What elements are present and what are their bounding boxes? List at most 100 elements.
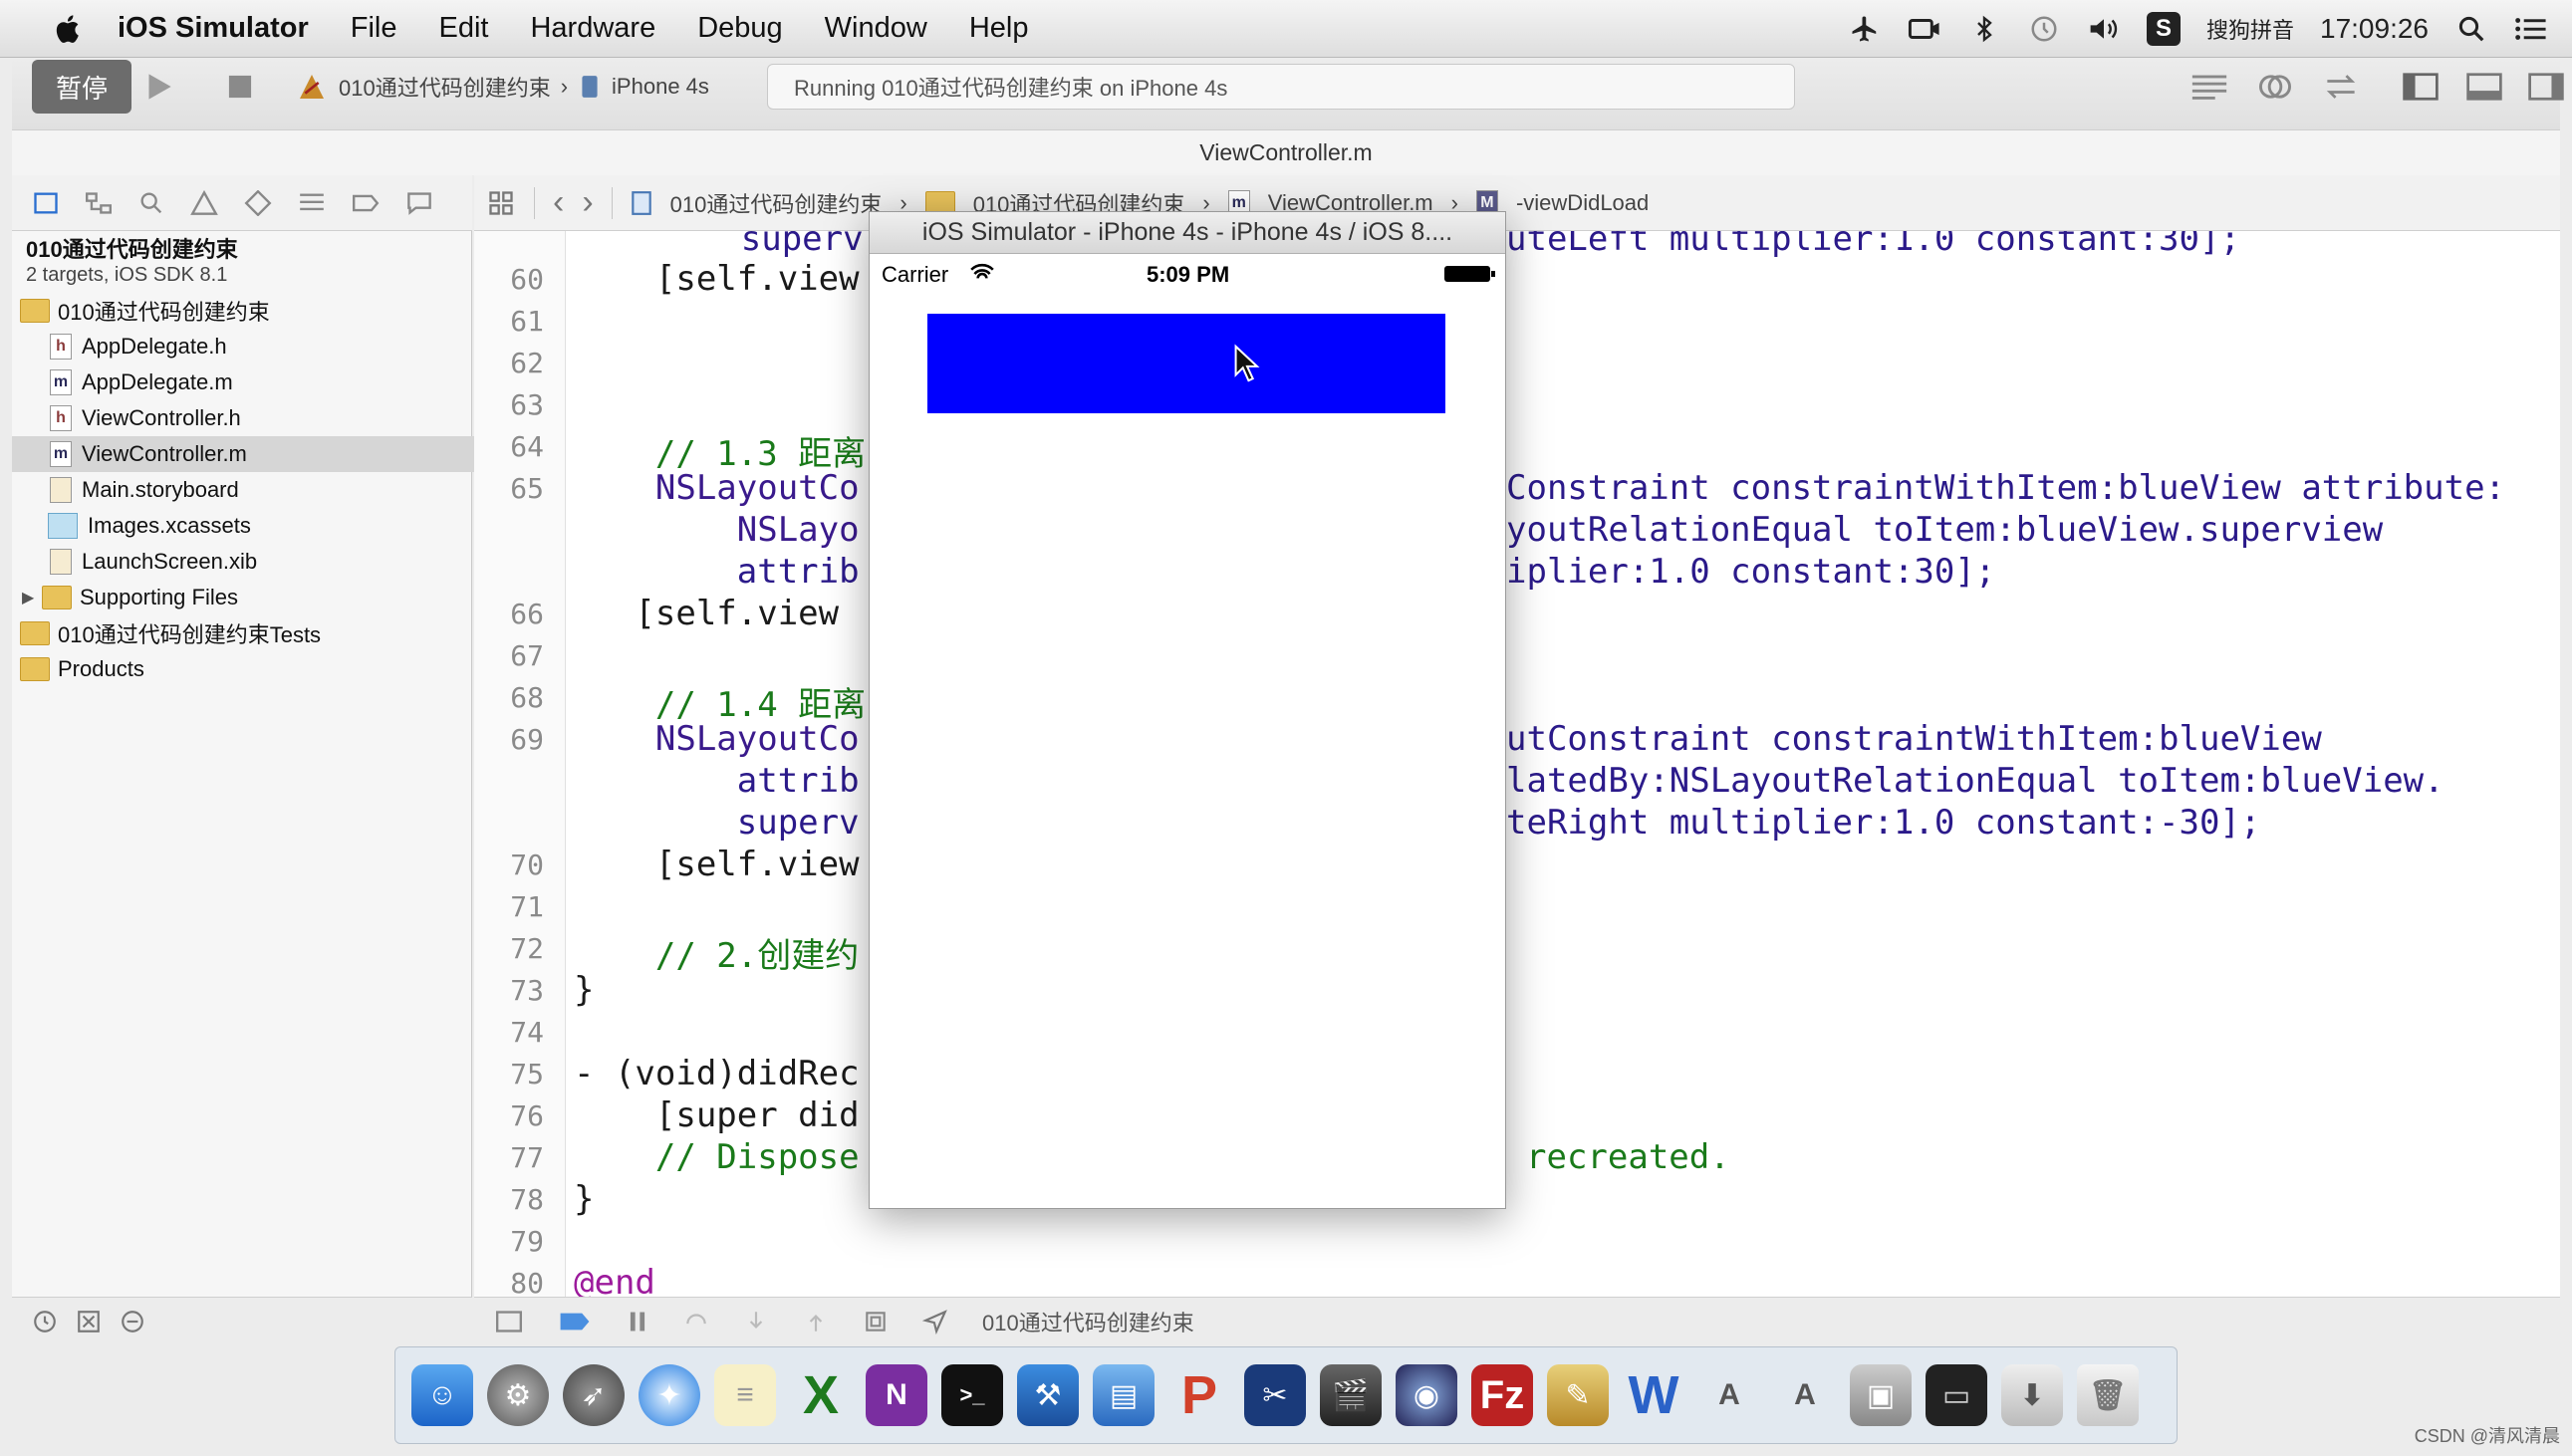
toggle-utilities-icon[interactable]	[2524, 68, 2568, 106]
time-machine-icon[interactable]	[2027, 12, 2061, 46]
volume-icon[interactable]	[2087, 12, 2121, 46]
menu-app-name[interactable]: iOS Simulator	[118, 12, 309, 45]
spotlight-search-icon[interactable]	[2454, 12, 2488, 46]
menu-file[interactable]: File	[351, 12, 397, 45]
simulate-location-icon[interactable]	[922, 1309, 948, 1335]
forward-chevron-icon[interactable]: ›	[582, 183, 593, 222]
menu-help[interactable]: Help	[969, 12, 1029, 45]
source-editor[interactable]: 60 61 62 63 64 65 66 67 68 69 70 71 72 7…	[474, 231, 2560, 1297]
list-item[interactable]: Products	[12, 651, 480, 687]
source-control-filter-icon[interactable]	[76, 1309, 102, 1335]
list-item[interactable]: Images.xcassets	[12, 508, 508, 544]
issue-navigator-icon[interactable]	[189, 189, 219, 216]
disclosure-triangle-icon[interactable]: ▶	[22, 588, 42, 607]
pause-button[interactable]: 暂停	[32, 60, 131, 114]
ios-simulator-window[interactable]: iOS Simulator - iPhone 4s - iPhone 4s / …	[869, 211, 1506, 1209]
list-item[interactable]: 010通过代码创建约束Tests	[12, 615, 480, 651]
pencil-app-icon[interactable]: ✎	[1547, 1364, 1609, 1426]
menu-debug[interactable]: Debug	[697, 12, 782, 45]
launchpad-icon[interactable]: ➶	[563, 1364, 625, 1426]
apple-menu-icon[interactable]	[52, 12, 86, 46]
menu-hardware[interactable]: Hardware	[530, 12, 655, 45]
filezilla-icon[interactable]: Fz	[1471, 1364, 1533, 1426]
list-item[interactable]: h AppDelegate.h	[12, 329, 510, 364]
pause-execution-icon[interactable]	[626, 1309, 649, 1335]
version-editor-icon[interactable]	[2319, 68, 2363, 106]
project-name[interactable]: 010通过代码创建约束	[12, 233, 486, 263]
notes-icon[interactable]: ≡	[714, 1364, 776, 1426]
step-out-icon[interactable]	[803, 1309, 829, 1335]
menubar-clock[interactable]: 17:09:26	[2320, 13, 2429, 45]
simulator-title[interactable]: iOS Simulator - iPhone 4s - iPhone 4s / …	[870, 212, 1505, 254]
toggle-debug-area-icon[interactable]	[2462, 68, 2506, 106]
ime-label[interactable]: 搜狗拼音	[2206, 13, 2294, 45]
excel-icon[interactable]: X	[790, 1364, 852, 1426]
breakpoints-toggle-icon[interactable]	[558, 1310, 592, 1334]
debug-target-label[interactable]: 010通过代码创建约束	[982, 1306, 1194, 1337]
display-app-icon[interactable]: ▭	[1926, 1364, 1987, 1426]
step-over-icon[interactable]	[683, 1309, 709, 1335]
powerpoint-icon[interactable]: P	[1168, 1364, 1230, 1426]
recent-files-icon[interactable]	[32, 1309, 58, 1335]
system-preferences-icon[interactable]: ⚙	[487, 1364, 549, 1426]
sogou-ime-icon[interactable]: S	[2146, 12, 2181, 46]
font-app-icon[interactable]: A	[1774, 1364, 1836, 1426]
menu-edit[interactable]: Edit	[439, 12, 489, 45]
jump-bar: ‹ › 010通过代码创建约束 › 010通过代码创建约束 › m ViewCo…	[474, 175, 2560, 231]
network-app-icon[interactable]: ◉	[1396, 1364, 1457, 1426]
breadcrumb-project[interactable]: 010通过代码创建约束	[670, 187, 883, 219]
list-item[interactable]: h ViewController.h	[12, 400, 510, 436]
airplane-icon[interactable]	[1848, 12, 1882, 46]
list-item[interactable]: 010通过代码创建约束	[12, 293, 480, 329]
stop-icon[interactable]	[221, 68, 259, 106]
run-icon[interactable]	[139, 68, 177, 106]
folder-icon	[42, 586, 72, 609]
onenote-icon[interactable]: N	[866, 1364, 927, 1426]
camera-icon[interactable]	[1908, 12, 1941, 46]
step-into-icon[interactable]	[743, 1309, 769, 1335]
line-number: 77	[510, 1141, 544, 1174]
breadcrumb-method[interactable]: -viewDidLoad	[1516, 190, 1649, 216]
list-item[interactable]: ▶ Supporting Files	[12, 580, 482, 615]
word-icon[interactable]: W	[1623, 1364, 1684, 1426]
blue-view[interactable]	[927, 314, 1445, 413]
standard-editor-icon[interactable]	[2187, 68, 2231, 106]
terminal-icon[interactable]: >_	[941, 1364, 1003, 1426]
menu-window[interactable]: Window	[825, 12, 927, 45]
wifi-icon	[970, 263, 994, 279]
debug-navigator-icon[interactable]	[297, 190, 327, 216]
dock: ☺ ⚙ ➶ ✦ ≡ X N >_ ⚒ ▤ P ✂ 🎬 ◉ Fz ✎ W A A …	[394, 1346, 2178, 1444]
report-navigator-icon[interactable]	[404, 190, 434, 216]
preview-icon[interactable]: ▣	[1850, 1364, 1912, 1426]
font-book-icon[interactable]: A	[1698, 1364, 1760, 1426]
screenshot-tool-icon[interactable]: ✂	[1244, 1364, 1306, 1426]
notification-center-icon[interactable]	[2514, 12, 2548, 46]
code-line: NSLayo	[574, 510, 860, 550]
assistant-editor-icon[interactable]	[2253, 68, 2297, 106]
app-store-folder-icon[interactable]: ▤	[1093, 1364, 1155, 1426]
view-hierarchy-icon[interactable]	[863, 1309, 889, 1335]
list-item[interactable]: LaunchScreen.xib	[12, 544, 510, 580]
bluetooth-icon[interactable]	[1967, 12, 2001, 46]
xcode-icon[interactable]: ⚒	[1017, 1364, 1079, 1426]
hide-debug-area-icon[interactable]	[494, 1309, 524, 1335]
list-item[interactable]: Main.storyboard	[12, 472, 510, 508]
list-item[interactable]: m AppDelegate.m	[12, 364, 510, 400]
test-navigator-icon[interactable]	[243, 189, 273, 216]
unsaved-filter-icon[interactable]	[120, 1309, 145, 1335]
breakpoint-navigator-icon[interactable]	[351, 190, 381, 216]
symbol-navigator-icon[interactable]	[84, 190, 114, 216]
back-chevron-icon[interactable]: ‹	[553, 183, 564, 222]
downloads-stack-icon[interactable]: ⬇	[2001, 1364, 2063, 1426]
find-navigator-icon[interactable]	[137, 190, 165, 216]
scheme-selector[interactable]: 010通过代码创建约束 › iPhone 4s	[295, 64, 709, 110]
related-items-icon[interactable]	[486, 189, 516, 217]
safari-icon[interactable]: ✦	[639, 1364, 700, 1426]
line-number: 64	[510, 430, 544, 463]
toggle-navigator-icon[interactable]	[2399, 68, 2443, 106]
project-navigator-icon[interactable]	[32, 190, 60, 216]
finder-icon[interactable]: ☺	[411, 1364, 473, 1426]
list-item-selected[interactable]: m ViewController.m	[12, 436, 510, 472]
trash-icon[interactable]: 🗑	[2077, 1364, 2139, 1426]
video-app-icon[interactable]: 🎬	[1320, 1364, 1382, 1426]
